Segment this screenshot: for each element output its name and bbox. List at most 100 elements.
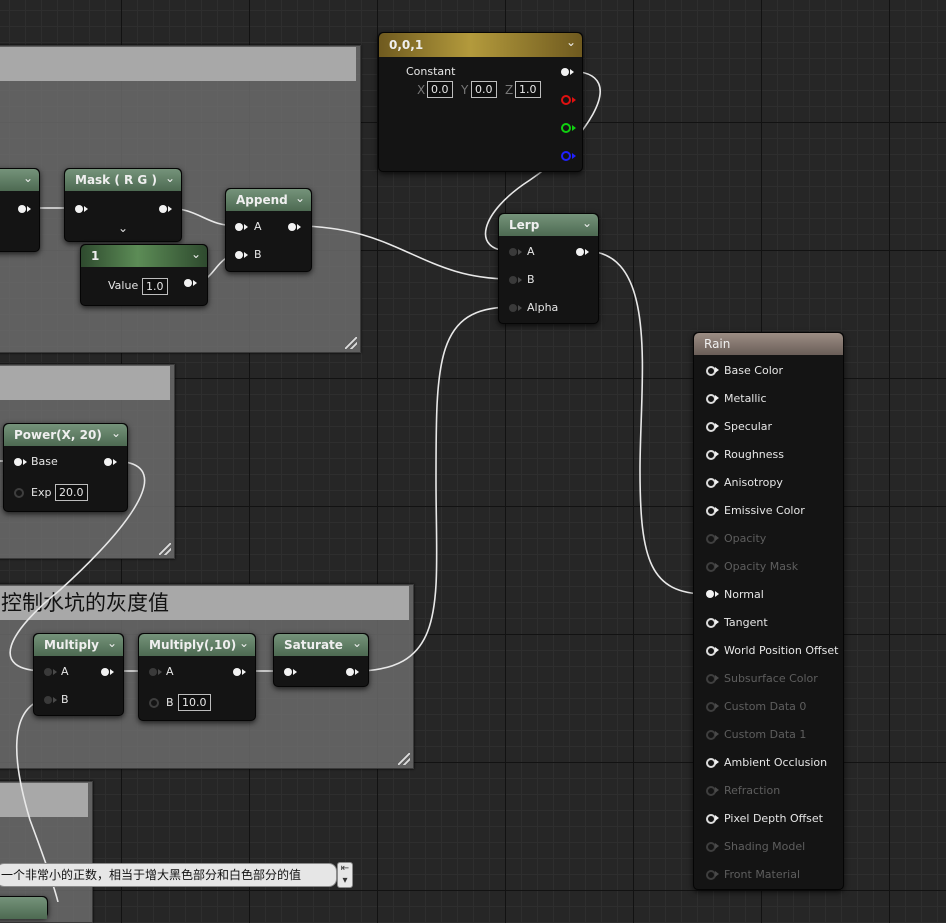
exp-value-field[interactable]: 20.0 <box>55 484 88 501</box>
material-pin-label: Specular <box>724 420 773 433</box>
node-multiply-10[interactable]: Multiply(,10) ⌄ A B 10.0 <box>138 633 256 721</box>
comment-title[interactable]: 控制水坑的灰度值 <box>0 586 409 620</box>
pin-arrow-icon <box>715 731 719 737</box>
pin-arrow-icon <box>715 675 719 681</box>
node-append[interactable]: Append ⌄ A B <box>225 188 312 272</box>
node-header[interactable] <box>0 169 39 191</box>
output-pin-g[interactable] <box>561 123 571 133</box>
node-title[interactable]: Power(X, 20) <box>4 424 127 446</box>
comment-title-bar[interactable] <box>0 47 356 81</box>
y-value-field[interactable]: 0.0 <box>471 81 497 98</box>
value-field[interactable]: 1.0 <box>142 278 168 295</box>
pin-arrow-icon <box>715 451 719 457</box>
input-pin[interactable] <box>284 668 292 676</box>
pin-arrow-icon <box>518 305 522 311</box>
pin-label-a: A <box>527 245 535 258</box>
output-pin[interactable] <box>184 279 192 287</box>
input-pin[interactable] <box>75 205 83 213</box>
input-pin-b[interactable] <box>149 698 159 708</box>
input-pin-b[interactable] <box>44 696 52 704</box>
input-pin-a[interactable] <box>44 668 52 676</box>
chevron-down-icon[interactable]: ⌄ <box>566 35 576 49</box>
comment-title-bar[interactable] <box>0 783 88 817</box>
input-pin-base[interactable] <box>14 458 22 466</box>
input-pin-b[interactable] <box>235 251 243 259</box>
output-pin-r[interactable] <box>561 95 571 105</box>
x-value-field[interactable]: 0.0 <box>427 81 453 98</box>
output-pin[interactable] <box>233 668 241 676</box>
chevron-down-icon[interactable]: ⌄ <box>107 636 117 650</box>
chevron-down-icon[interactable]: ⌄ <box>582 216 592 230</box>
node-header[interactable] <box>0 897 47 919</box>
pin-label-b: B <box>254 248 262 261</box>
material-pin-label: Pixel Depth Offset <box>724 812 823 825</box>
material-pin-label: Roughness <box>724 448 785 461</box>
input-pin-b[interactable] <box>509 276 517 284</box>
resize-grip-icon[interactable] <box>159 543 171 555</box>
node-scalar-1[interactable]: 1 ⌄ Value 1.0 <box>80 244 208 306</box>
z-value-field[interactable]: 1.0 <box>515 81 541 98</box>
pin-arrow-icon <box>518 277 522 283</box>
node-constant3vector[interactable]: 0,0,1 ⌄ Constant X 0.0 Y 0.0 Z 1.0 <box>378 32 583 172</box>
material-pin-label: Refraction <box>724 784 781 797</box>
pin-arrow-icon <box>572 125 576 131</box>
node-lerp[interactable]: Lerp ⌄ A B Alpha <box>498 213 599 324</box>
node-title[interactable]: 0,0,1 <box>379 33 582 57</box>
chevron-down-icon[interactable]: ⌄ <box>165 171 175 185</box>
b-value-field[interactable]: 10.0 <box>178 694 211 711</box>
material-input-pin[interactable] <box>706 590 714 598</box>
chevron-down-icon[interactable]: ⌄ <box>191 247 201 261</box>
pin-arrow-icon <box>715 423 719 429</box>
output-pin[interactable] <box>104 458 112 466</box>
input-pin-alpha[interactable] <box>509 304 517 312</box>
pin-note-icon[interactable]: ⇤ ▾ <box>337 862 353 888</box>
node-title[interactable]: 1 <box>81 245 207 267</box>
output-pin[interactable] <box>288 223 296 231</box>
input-pin-exp[interactable] <box>14 488 24 498</box>
output-pin[interactable] <box>18 205 26 213</box>
pin-arrow-icon <box>715 787 719 793</box>
pin-arrow-icon <box>244 252 248 258</box>
output-pin[interactable] <box>346 668 354 676</box>
output-pin[interactable] <box>159 205 167 213</box>
chevron-down-icon[interactable]: ⌄ <box>352 636 362 650</box>
chevron-down-icon[interactable]: ⌄ <box>295 191 305 205</box>
input-pin-a[interactable] <box>149 668 157 676</box>
node-title[interactable]: Mask ( R G ) <box>65 169 181 191</box>
input-pin-a[interactable] <box>509 248 517 256</box>
output-pin-b[interactable] <box>561 151 571 161</box>
resize-grip-icon[interactable] <box>345 337 357 349</box>
node-title[interactable]: Rain <box>694 333 843 355</box>
resize-grip-icon[interactable] <box>398 753 410 765</box>
node-title[interactable]: Multiply(,10) <box>139 634 255 656</box>
node-material-rain[interactable]: Rain Base Color Metallic Specular Roughness… <box>693 332 844 890</box>
pin-arrow-icon <box>715 871 719 877</box>
pin-arrow-icon <box>158 669 162 675</box>
chevron-down-icon[interactable]: ⌄ <box>111 426 121 440</box>
comment-note[interactable]: 一个非常小的正数，相当于增大黑色部分和白色部分的值 <box>0 863 337 887</box>
node-mask[interactable]: Mask ( R G ) ⌄ ⌄ <box>64 168 182 242</box>
input-pin-a[interactable] <box>235 223 243 231</box>
expand-chevron-icon[interactable]: ⌄ <box>118 221 128 235</box>
pin-arrow-icon <box>518 249 522 255</box>
node-left-partial[interactable]: ⌄ <box>0 168 40 252</box>
material-pin-label: Custom Data 0 <box>724 700 807 713</box>
node-bottom-partial[interactable] <box>0 896 48 919</box>
node-multiply[interactable]: Multiply ⌄ A B <box>33 633 124 716</box>
comment-title-bar[interactable] <box>0 366 170 400</box>
material-pin-label: Metallic <box>724 392 767 405</box>
pin-arrow-icon <box>715 815 719 821</box>
output-pin[interactable] <box>576 248 584 256</box>
chevron-down-icon[interactable]: ⌄ <box>239 636 249 650</box>
pin-arrow-icon <box>110 669 114 675</box>
pin-arrow-icon <box>113 459 117 465</box>
node-saturate[interactable]: Saturate ⌄ <box>273 633 369 687</box>
output-pin-rgb[interactable] <box>561 68 569 76</box>
material-pin-label: Opacity <box>724 532 767 545</box>
node-power[interactable]: Power(X, 20) ⌄ Base Exp 20.0 <box>3 423 128 512</box>
output-pin[interactable] <box>101 668 109 676</box>
pin-arrow-icon <box>355 669 359 675</box>
pin-arrow-icon <box>715 507 719 513</box>
chevron-down-icon[interactable]: ⌄ <box>23 171 33 185</box>
material-pin-label: Custom Data 1 <box>724 728 807 741</box>
